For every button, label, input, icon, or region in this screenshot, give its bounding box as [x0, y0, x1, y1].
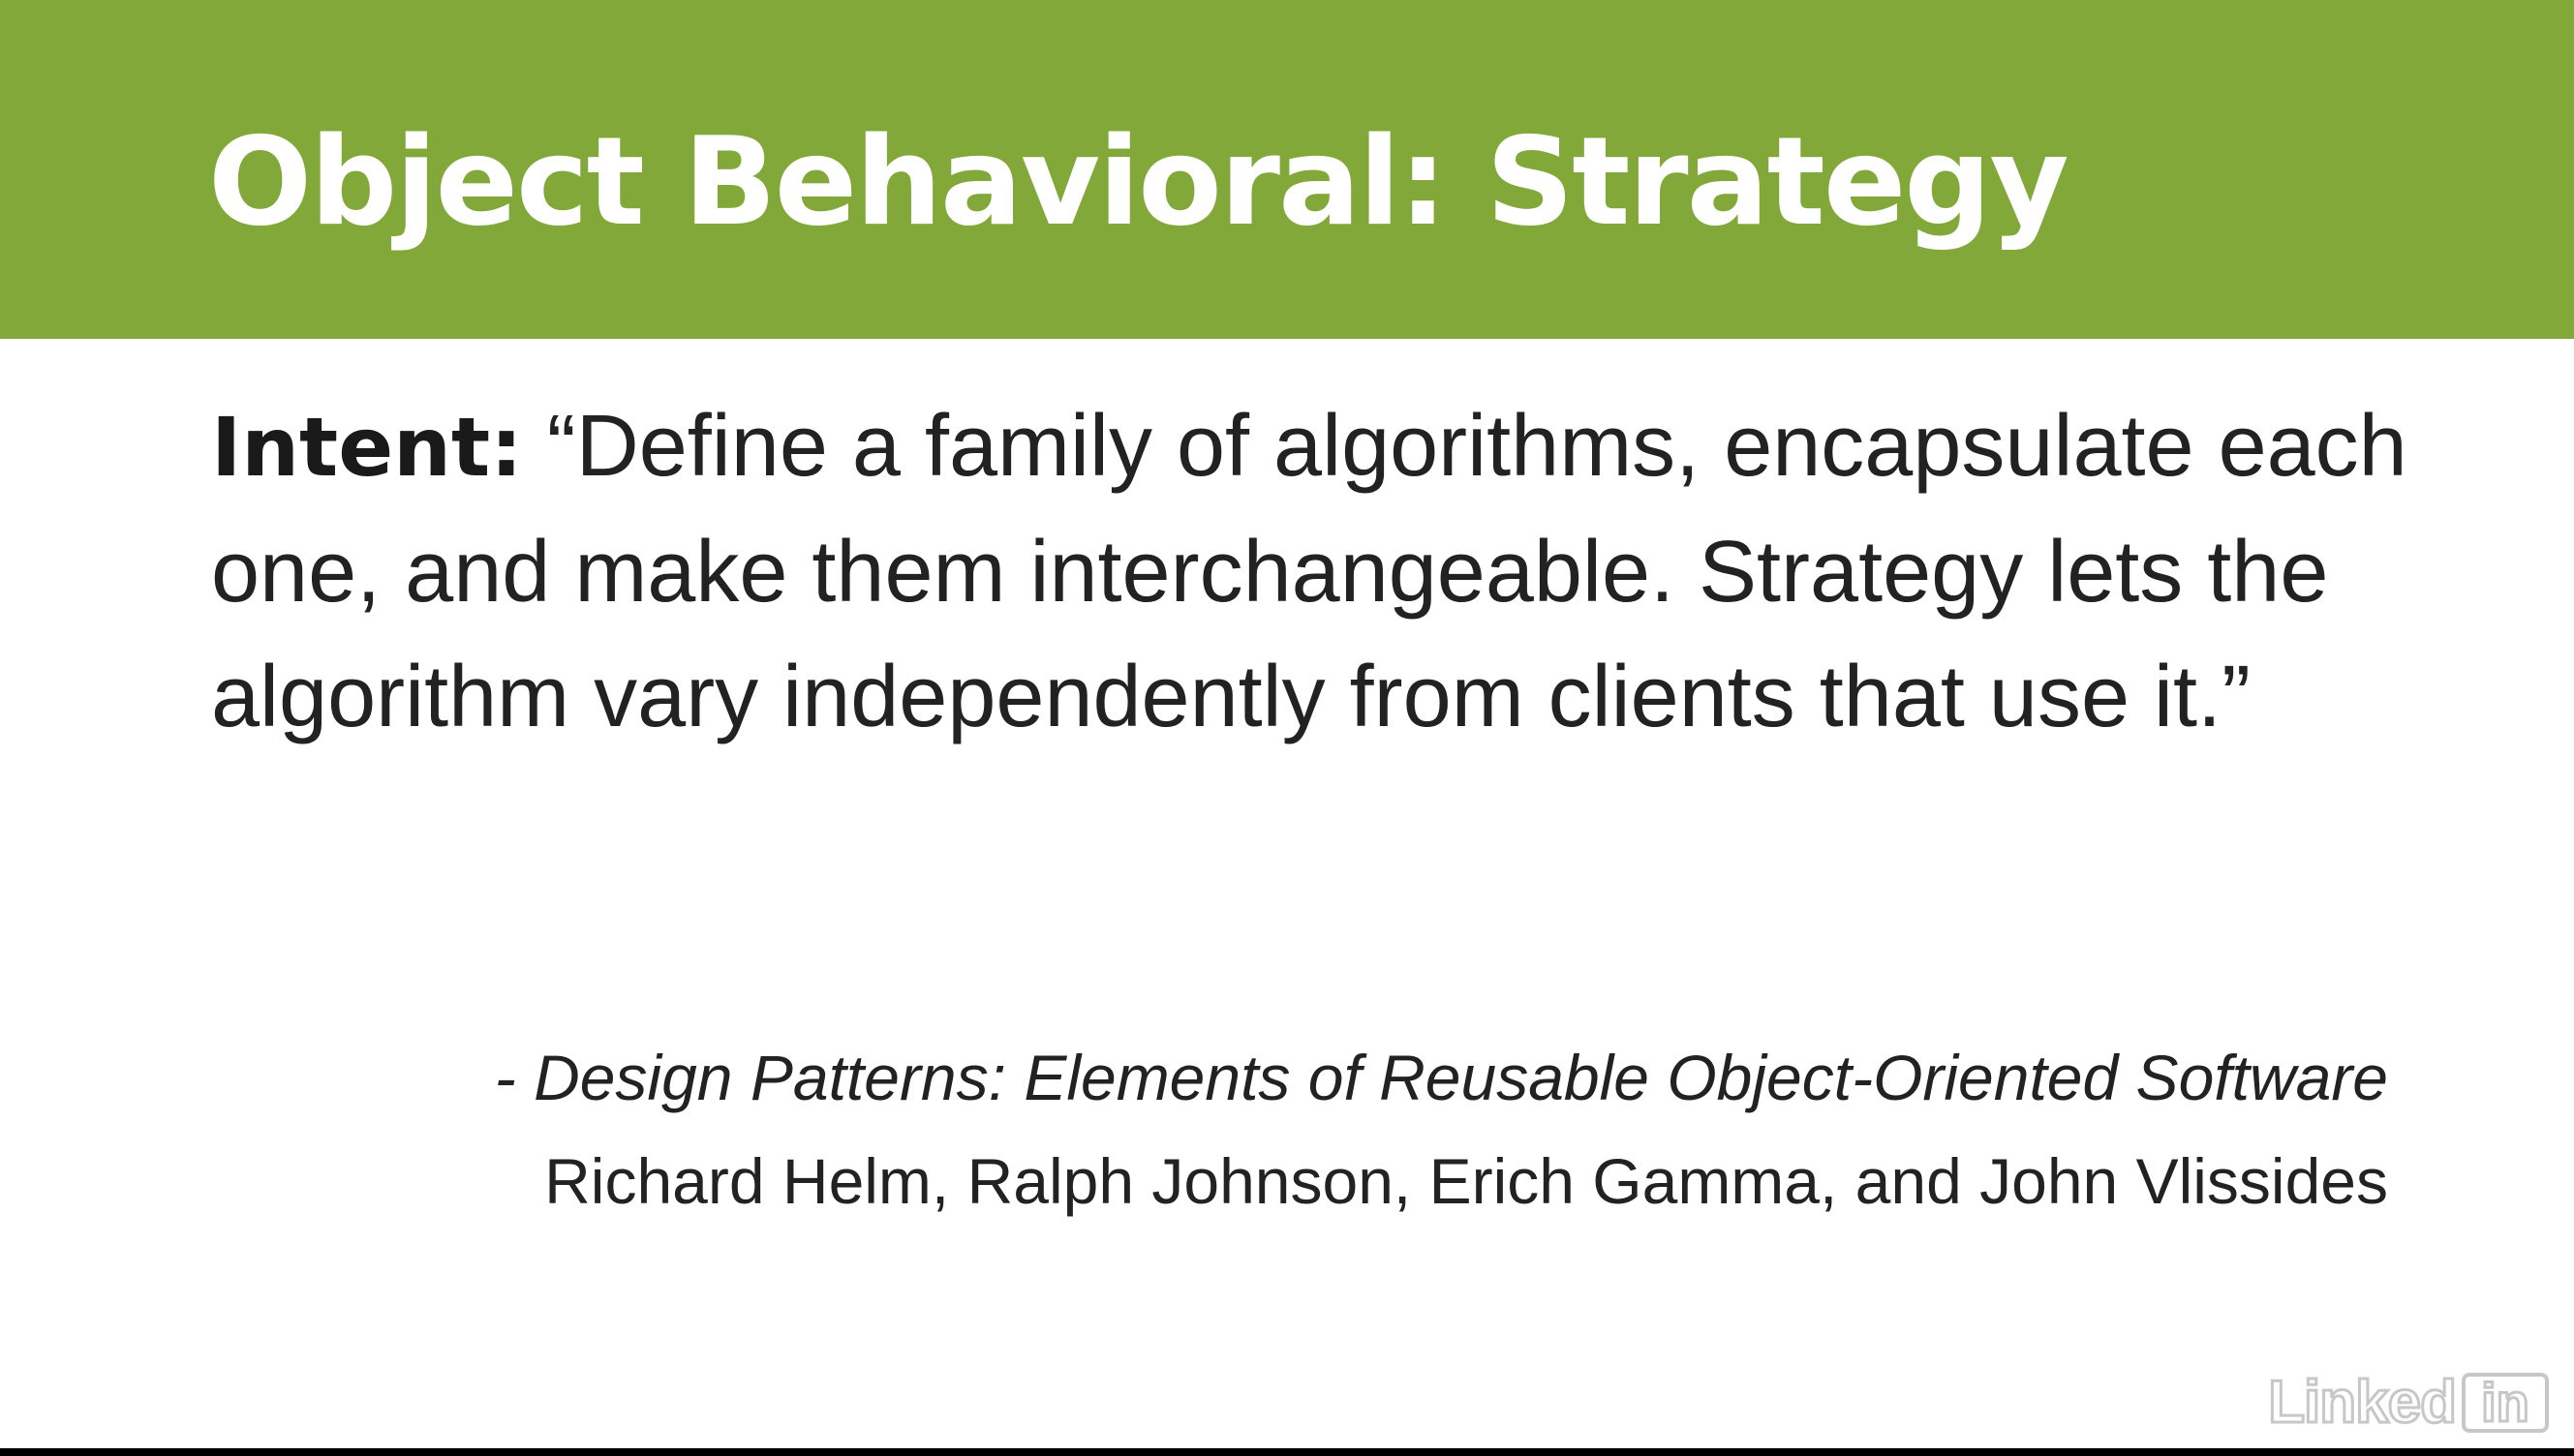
slide-title: Object Behavioral: Strategy [208, 110, 2069, 253]
linkedin-watermark-logo: Linked in [2267, 1369, 2549, 1436]
intent-label: Intent: [211, 400, 523, 495]
citation-book: - Design Patterns: Elements of Reusable … [494, 1042, 2388, 1113]
linkedin-logo-box: in [2462, 1373, 2549, 1433]
intent-quote: “Define a family of algorithms, encapsul… [211, 398, 2407, 745]
intent-paragraph: Intent: “Define a family of algorithms, … [211, 384, 2467, 760]
citation: - Design Patterns: Elements of Reusable … [495, 1026, 2388, 1233]
title-bar: Object Behavioral: Strategy [0, 0, 2574, 339]
citation-authors: Richard Helm, Ralph Johnson, Erich Gamma… [544, 1145, 2388, 1217]
linkedin-logo-word: Linked [2267, 1369, 2459, 1436]
slide: Object Behavioral: Strategy Intent: “Def… [0, 0, 2574, 1448]
